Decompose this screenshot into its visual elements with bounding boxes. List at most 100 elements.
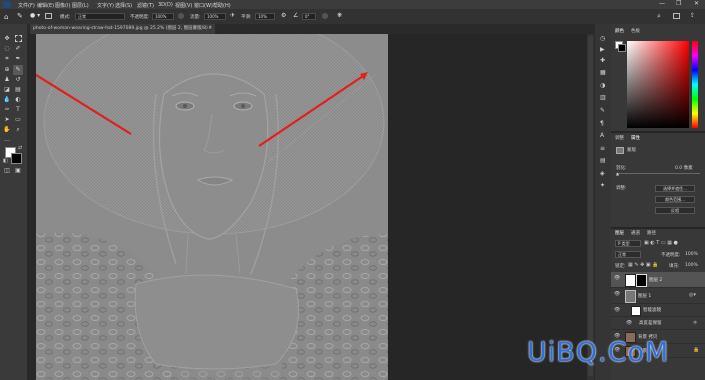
symmetry-icon[interactable]: ❋ [337, 12, 342, 19]
layer-row-layer2[interactable]: 👁 图层 2 [611, 272, 705, 288]
visibility-eye-icon[interactable]: 👁 [614, 275, 620, 281]
history-brush-icon[interactable]: ↺ [14, 76, 22, 84]
menu-file[interactable]: 文件(F) [18, 2, 35, 9]
layer-filter-select[interactable]: P 类型 [615, 240, 641, 247]
tab-layers[interactable]: 图层 [615, 230, 624, 236]
swatches-panel-icon[interactable]: ▥ [600, 94, 606, 101]
lock-icon[interactable]: 🔒 [693, 347, 699, 353]
default-colors-icon[interactable]: ◧ [3, 158, 8, 164]
layer-row-layer1[interactable]: 👁 图层 1 ◎▾ [611, 288, 705, 304]
hand-tool-icon[interactable]: ✋ [3, 126, 11, 134]
visibility-eye-icon[interactable]: 👁 [614, 307, 620, 313]
tab-paths[interactable]: 路径 [647, 230, 656, 236]
share-icon[interactable]: ⇪ [690, 12, 695, 19]
play-actions-icon[interactable]: ▶ [600, 46, 605, 53]
fx-icon[interactable]: ◎▾ [689, 292, 696, 298]
invert-button[interactable]: 反相 [655, 207, 695, 214]
angle-field[interactable]: 0° [302, 13, 316, 20]
brush-tool-icon[interactable]: ✎ [13, 65, 23, 75]
pressure-size-icon[interactable] [322, 13, 328, 19]
brush-preset-icon[interactable]: ✎ [17, 12, 23, 20]
brush-size-dropdown[interactable]: ● ▾ [30, 12, 40, 19]
tab-properties[interactable]: 属性 [631, 135, 640, 141]
workspace-icon[interactable] [673, 13, 680, 19]
properties-panel-icon[interactable]: ≡ [600, 145, 605, 152]
visibility-eye-icon[interactable]: 👁 [626, 320, 632, 326]
image-canvas[interactable] [36, 34, 388, 380]
menu-help[interactable]: 帮助(H) [213, 2, 231, 9]
glyphs-panel-icon[interactable]: ✦ [600, 182, 605, 189]
feather-slider[interactable] [616, 173, 700, 174]
blur-tool-icon[interactable]: 💧 [3, 96, 11, 104]
background-color-swatch[interactable] [11, 153, 22, 164]
eyedropper-icon[interactable]: ✒ [14, 55, 22, 63]
maximize-button[interactable]: ❐ [676, 0, 681, 7]
pen-tool-icon[interactable]: ✑ [3, 106, 11, 114]
healing-brush-icon[interactable]: ⊕ [3, 66, 11, 74]
marquee-tool-icon[interactable] [14, 35, 22, 43]
filter-name[interactable]: 高反差保留 [639, 320, 662, 326]
airbrush-icon[interactable]: ✈ [230, 12, 235, 19]
document-tab[interactable]: photo-of-woman-wearing-straw-hat-1597089… [30, 24, 215, 34]
tab-adjustments[interactable]: 调整 [615, 135, 624, 141]
tab-color[interactable]: 颜色 [615, 28, 624, 34]
filter-row-high-pass[interactable]: 👁 高反差保留 ≑ [611, 317, 705, 330]
fill-value[interactable]: 100% [685, 263, 698, 268]
filter-options-icon[interactable]: ≑ [693, 320, 697, 326]
menu-edit[interactable]: 编辑(E) [37, 2, 54, 9]
zoom-tool-icon[interactable]: ⌕ [14, 126, 22, 134]
path-select-icon[interactable]: ➤ [3, 116, 11, 124]
move-tool-icon[interactable]: ✥ [3, 35, 11, 43]
learn-panel-icon[interactable]: ✚ [600, 57, 605, 64]
filter-icons[interactable]: ▣ ◐ T ▭ ▦ ● [644, 240, 678, 246]
menu-window[interactable]: 窗口(W) [194, 2, 213, 9]
tab-channels[interactable]: 通道 [631, 230, 640, 236]
clone-stamp-icon[interactable]: ♟ [3, 76, 11, 84]
opacity-field[interactable]: 100% [152, 13, 174, 20]
layer-mask-thumbnail[interactable] [636, 274, 647, 287]
mode-select[interactable]: 正常 [75, 13, 125, 20]
flow-field[interactable]: 100% [204, 13, 226, 20]
menu-view[interactable]: 视图(V) [175, 2, 192, 9]
close-tab-icon[interactable]: × [208, 24, 212, 34]
swap-colors-icon[interactable]: ⇄ [18, 145, 22, 151]
search-icon[interactable]: ⌕ [657, 12, 661, 21]
character-panel-icon[interactable]: A [600, 132, 604, 139]
lock-icons[interactable]: ▦ ✎ ✥ ▣ 🔒 [628, 262, 658, 268]
rectangle-tool-icon[interactable]: ▭ [14, 116, 22, 124]
blend-mode-select[interactable]: 正常 [615, 251, 641, 258]
eraser-icon[interactable]: ◪ [3, 86, 11, 94]
brush-panel-icon[interactable] [45, 13, 52, 19]
history-panel-icon[interactable]: ◷ [600, 35, 605, 42]
close-button[interactable]: ✕ [694, 0, 699, 7]
dodge-tool-icon[interactable]: ◐ [14, 96, 22, 104]
menu-image[interactable]: 图像(I) [55, 2, 70, 9]
visibility-eye-icon[interactable]: 👁 [614, 291, 620, 297]
scroll-thumb[interactable] [588, 36, 593, 376]
libraries-panel-icon[interactable]: ▦ [600, 69, 606, 76]
screen-mode-icon[interactable]: ▣ [14, 167, 22, 175]
more-tools-icon[interactable]: … [3, 136, 11, 144]
adjustments-panel-icon[interactable]: ◑ [600, 82, 605, 89]
smoothing-field[interactable]: 10% [255, 13, 275, 20]
color-bg-swatch[interactable] [618, 44, 626, 52]
3d-panel-icon[interactable]: ◈ [600, 170, 605, 177]
menu-3d[interactable]: 3D(D) [158, 2, 173, 8]
select-and-mask-button[interactable]: 选择并遮住... [655, 185, 695, 192]
menu-filter[interactable]: 滤镜(T) [137, 2, 154, 9]
vertical-scrollbar[interactable] [587, 34, 594, 380]
feather-value[interactable]: 0.0 像素 [675, 165, 693, 171]
minimize-button[interactable]: — [659, 0, 665, 7]
gradient-icon[interactable]: ▤ [14, 86, 22, 94]
menu-layer[interactable]: 图层(L) [72, 2, 89, 9]
layer-name[interactable]: 图层 2 [649, 277, 662, 283]
hue-slider[interactable] [692, 41, 698, 128]
home-icon[interactable]: ⌂ [4, 13, 8, 21]
layer-comps-icon[interactable]: ▤ [600, 157, 606, 164]
tab-swatches[interactable]: 色板 [631, 28, 640, 34]
layer-opacity-value[interactable]: 100% [685, 252, 698, 257]
quick-mask-icon[interactable]: ◫ [3, 167, 11, 175]
quick-select-icon[interactable]: ✐ [14, 45, 22, 53]
menu-select[interactable]: 选择(S) [115, 2, 132, 9]
smoothing-settings-icon[interactable]: ⚙ [281, 12, 286, 19]
